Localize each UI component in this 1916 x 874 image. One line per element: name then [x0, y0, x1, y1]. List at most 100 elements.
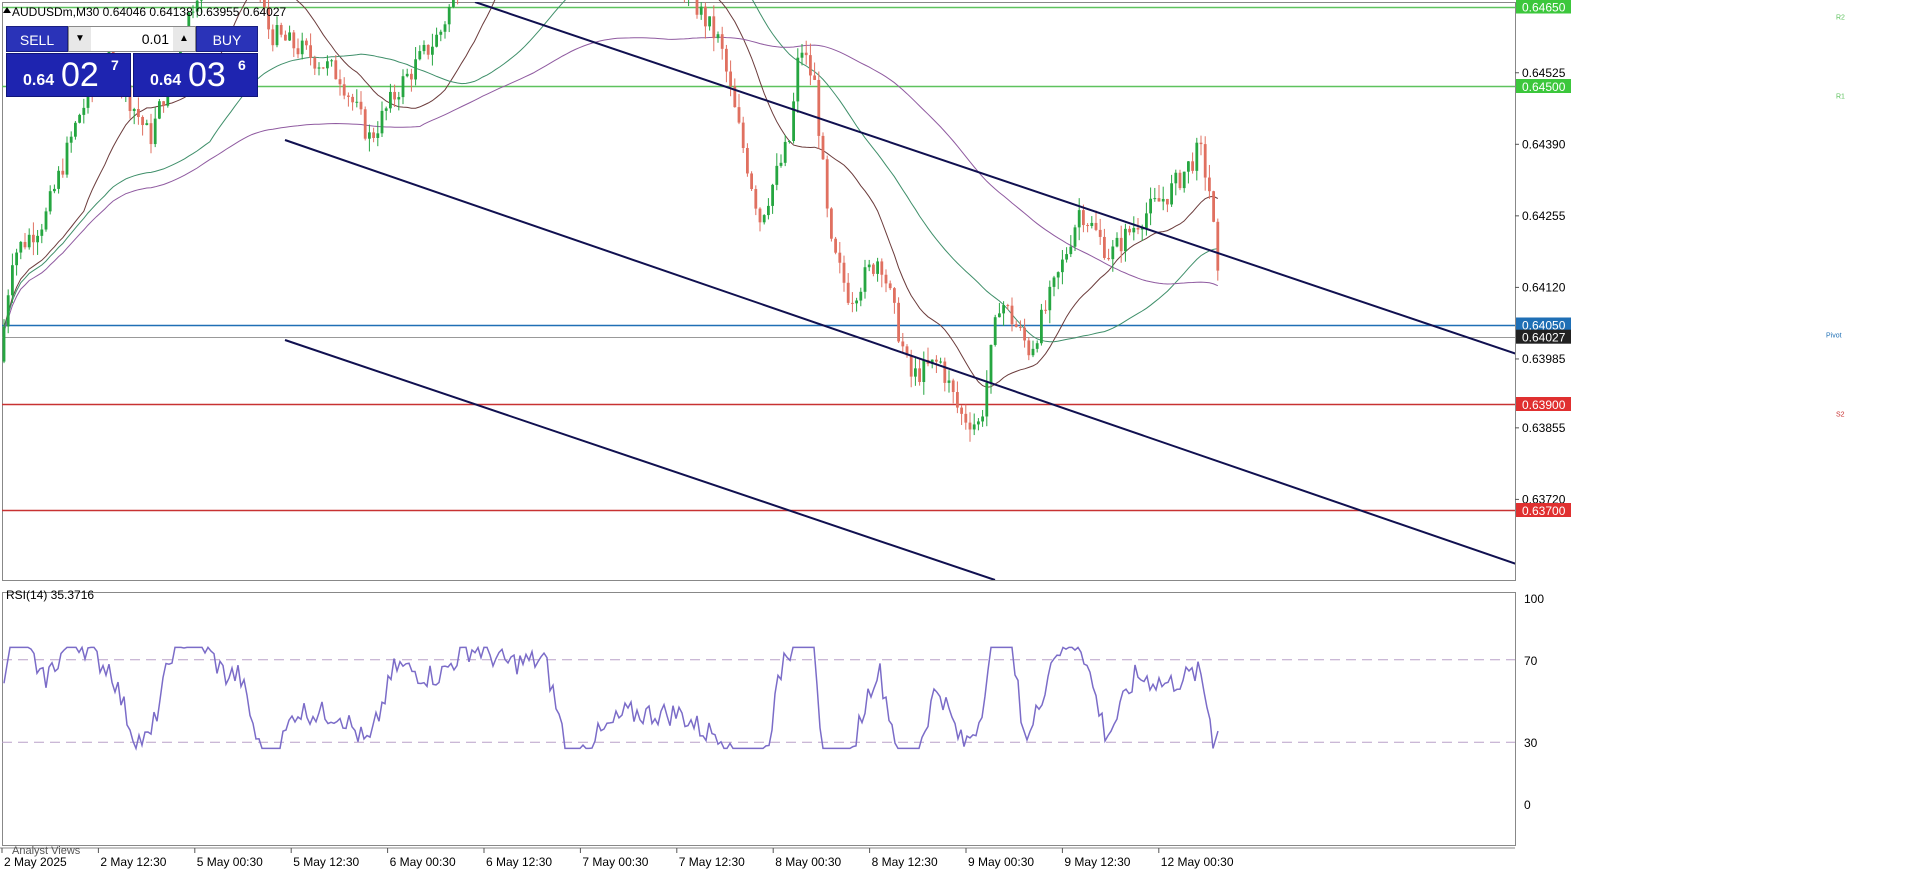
candle-body	[1157, 198, 1161, 202]
candle-body	[355, 101, 359, 103]
candle	[754, 185, 758, 216]
analyst-views-tab[interactable]: Analyst Views	[12, 845, 81, 857]
candle	[1027, 337, 1031, 361]
price-tag-label: 0.64650	[1522, 1, 1566, 15]
candle	[372, 127, 375, 143]
price-tag-label: 0.64500	[1522, 80, 1566, 94]
candle-body	[300, 40, 304, 55]
candle	[737, 93, 741, 125]
candle	[414, 47, 417, 86]
candle	[750, 171, 753, 191]
candle	[821, 132, 825, 161]
candle-body	[435, 34, 438, 47]
lot-decrease-button[interactable]: ▼	[69, 27, 91, 51]
candle-body	[145, 123, 149, 126]
candle	[704, 2, 707, 39]
candle-body	[1191, 161, 1194, 171]
candle-body	[313, 57, 317, 69]
candle	[447, 4, 451, 33]
candle-body	[1174, 172, 1178, 184]
candle	[40, 223, 44, 244]
candle-body	[1027, 340, 1031, 356]
level-tag: R1	[1836, 94, 1845, 101]
candle	[968, 412, 972, 442]
candle-body	[326, 61, 329, 69]
candle-body	[792, 101, 795, 141]
price-chart[interactable]: R3R2R1PivotS2 0.651950.650600.649250.645…	[0, 0, 1916, 874]
candle-body	[867, 264, 871, 268]
candle-body	[1153, 198, 1157, 200]
candle	[708, 16, 711, 31]
candle-body	[380, 110, 384, 134]
candle-body	[418, 51, 422, 60]
candle-body	[876, 261, 879, 274]
candle-body	[389, 91, 392, 109]
candle-body	[943, 361, 947, 383]
candle	[1065, 247, 1068, 263]
sell-price-box[interactable]: 0.64 02 7	[6, 53, 131, 97]
candle	[158, 98, 161, 120]
candle-body	[27, 234, 31, 248]
rsi-axis-label: 70	[1524, 654, 1538, 668]
price-axis-label: 0.64525	[1522, 66, 1566, 80]
candle-body	[964, 413, 968, 423]
sell-button[interactable]: SELL	[6, 26, 68, 52]
candle-body	[989, 344, 993, 383]
candle-body	[401, 76, 405, 98]
candle	[330, 58, 333, 67]
candle-body	[1111, 246, 1115, 260]
candle	[876, 257, 879, 282]
candle-body	[985, 382, 989, 417]
candle	[1035, 340, 1039, 353]
lot-size-input[interactable]	[91, 27, 173, 51]
candle	[779, 154, 783, 168]
candle-body	[15, 252, 18, 266]
buy-price-box[interactable]: 0.64 03 6	[133, 53, 258, 97]
candle-body	[372, 132, 375, 138]
candle-body	[69, 136, 73, 143]
buy-button[interactable]: BUY	[196, 26, 258, 52]
buy-price-main: 03	[188, 56, 226, 94]
candle-body	[447, 6, 451, 25]
sell-price-point: 7	[111, 57, 119, 73]
candle-body	[809, 55, 812, 76]
candle-body	[838, 252, 842, 263]
candle	[783, 134, 787, 167]
candle	[61, 158, 65, 178]
candle-body	[704, 6, 707, 27]
candle-body	[309, 45, 312, 58]
sell-price-main: 02	[61, 56, 99, 94]
level-tag: Pivot	[1826, 333, 1842, 340]
candle-body	[1044, 309, 1047, 311]
candle	[1157, 185, 1161, 202]
candle-body	[716, 34, 720, 39]
candle-body	[40, 229, 44, 236]
candle-body	[1023, 327, 1026, 341]
candle-body	[1212, 191, 1215, 222]
candle	[1216, 218, 1220, 281]
candle-body	[872, 264, 875, 274]
candle-body	[1061, 259, 1064, 273]
candle	[1149, 187, 1152, 226]
trend-channel-line	[284, 339, 996, 580]
candle-body	[821, 135, 825, 160]
lot-size-control: ▼ ▲	[68, 26, 196, 52]
candle	[1023, 318, 1026, 348]
candle	[884, 269, 888, 293]
candle-body	[19, 241, 23, 253]
candle-body	[737, 107, 741, 123]
candle	[758, 207, 762, 232]
candle	[842, 255, 846, 292]
candle-body	[951, 380, 955, 393]
candle-body	[758, 208, 762, 223]
candle-body	[699, 6, 703, 15]
candle-body	[918, 368, 921, 382]
candle	[867, 259, 871, 272]
lot-increase-button[interactable]: ▲	[173, 27, 195, 51]
candle	[15, 248, 18, 276]
time-axis-label: 7 May 00:30	[582, 855, 648, 869]
time-axis-label: 5 May 00:30	[197, 855, 263, 869]
time-axis-label: 7 May 12:30	[679, 855, 745, 869]
rsi-pane-frame	[2, 592, 1516, 846]
candle	[145, 119, 149, 126]
